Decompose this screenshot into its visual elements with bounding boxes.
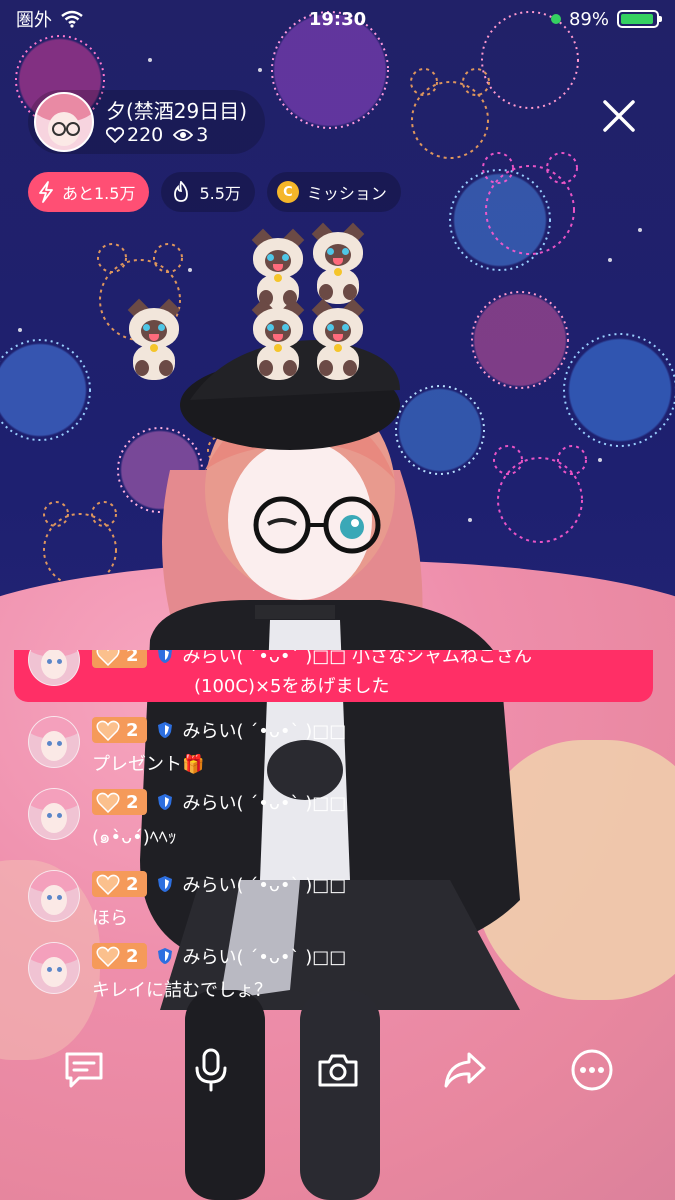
status-bar: 圏外 19:30 89% xyxy=(0,0,675,38)
eye-icon xyxy=(173,129,194,141)
close-icon[interactable] xyxy=(599,96,639,136)
heart-level-icon xyxy=(96,874,120,895)
microphone-button[interactable] xyxy=(185,1044,237,1096)
gift-message-line2: (100C)×5をあげました xyxy=(194,676,390,697)
heart-level-icon xyxy=(96,792,120,813)
gift-banner: 2 みらい( ´•ᴗ•` )□□ 小さなシャムねこさん (100C)×5をあげま… xyxy=(14,650,653,702)
shield-icon xyxy=(157,650,172,663)
host-avatar[interactable] xyxy=(34,92,94,152)
gift-message-line1: みらい( ´•ᴗ•` )□□ 小さなシャムねこさん xyxy=(182,650,533,667)
chat-username[interactable]: みらい( ´•ᴗ•` )□□ xyxy=(183,789,347,815)
cushion-highlight xyxy=(475,740,675,1000)
siamese-cat-gift xyxy=(247,298,309,384)
points-value: 5.5万 xyxy=(199,184,241,203)
shield-icon xyxy=(157,948,172,964)
chat-text: ほら xyxy=(92,908,128,929)
user-avatar[interactable] xyxy=(28,788,80,840)
shield-icon xyxy=(157,794,172,810)
share-icon xyxy=(444,1052,485,1088)
heart-level-icon xyxy=(96,720,120,741)
viewer-count: 3 xyxy=(196,124,209,146)
chat-text: キレイに詰むでしょ？ xyxy=(92,980,272,1001)
boost-pill[interactable]: あと1.5万 xyxy=(28,172,150,212)
stream-pills: あと1.5万 5.5万 C ミッション xyxy=(28,172,401,212)
host-info[interactable]: 夕(禁酒29日目) 220 3 xyxy=(28,90,266,154)
share-button[interactable] xyxy=(439,1044,491,1096)
clock: 19:30 xyxy=(308,8,367,30)
camera-button[interactable] xyxy=(312,1044,364,1096)
siamese-cat-gift xyxy=(307,298,369,384)
points-pill[interactable]: 5.5万 xyxy=(161,172,255,212)
user-avatar[interactable] xyxy=(28,716,80,768)
heart-icon xyxy=(106,127,124,143)
bottom-toolbar xyxy=(0,1040,675,1100)
boost-remaining: あと1.5万 xyxy=(62,184,136,203)
level-badge: 2 xyxy=(92,871,147,897)
level-badge: 2 xyxy=(92,717,147,743)
siamese-cat-gift xyxy=(307,222,369,308)
more-button[interactable] xyxy=(566,1044,618,1096)
chat-text: プレゼント🎁 xyxy=(92,754,205,775)
flame-icon xyxy=(174,181,189,202)
microphone-icon xyxy=(195,1048,226,1092)
shield-icon xyxy=(157,722,172,738)
user-avatar[interactable] xyxy=(28,870,80,922)
shield-icon xyxy=(157,876,172,892)
comment-icon xyxy=(65,1052,102,1088)
chat-username[interactable]: みらい( ´•ᴗ•` )□□ xyxy=(183,717,347,743)
more-icon xyxy=(571,1049,612,1091)
coin-icon: C xyxy=(276,181,299,203)
battery-icon xyxy=(617,10,662,28)
heart-level-icon xyxy=(96,946,120,967)
siamese-cat-gift xyxy=(123,298,185,384)
host-name: 夕(禁酒29日目) xyxy=(106,99,248,123)
camera-icon xyxy=(318,1054,357,1087)
heart-level-icon xyxy=(96,650,120,666)
comment-button[interactable] xyxy=(58,1044,110,1096)
chat-username[interactable]: みらい( ´•ᴗ•` )□□ xyxy=(183,943,347,969)
user-avatar[interactable] xyxy=(28,650,80,686)
level-badge: 2 xyxy=(92,943,147,969)
chat-username[interactable]: みらい( ´•ᴗ•` )□□ xyxy=(183,871,347,897)
mission-pill[interactable]: C ミッション xyxy=(266,172,401,212)
lightning-icon xyxy=(39,181,53,203)
like-count: 220 xyxy=(127,124,164,146)
level-badge: 2 xyxy=(92,650,147,668)
user-avatar[interactable] xyxy=(28,942,80,994)
chat-text: (๑•̀ᴗ•́)ﾍﾍｯ xyxy=(92,827,177,848)
level-badge: 2 xyxy=(92,789,147,815)
siamese-cat-gift xyxy=(247,228,309,314)
mission-label: ミッション xyxy=(306,184,387,203)
